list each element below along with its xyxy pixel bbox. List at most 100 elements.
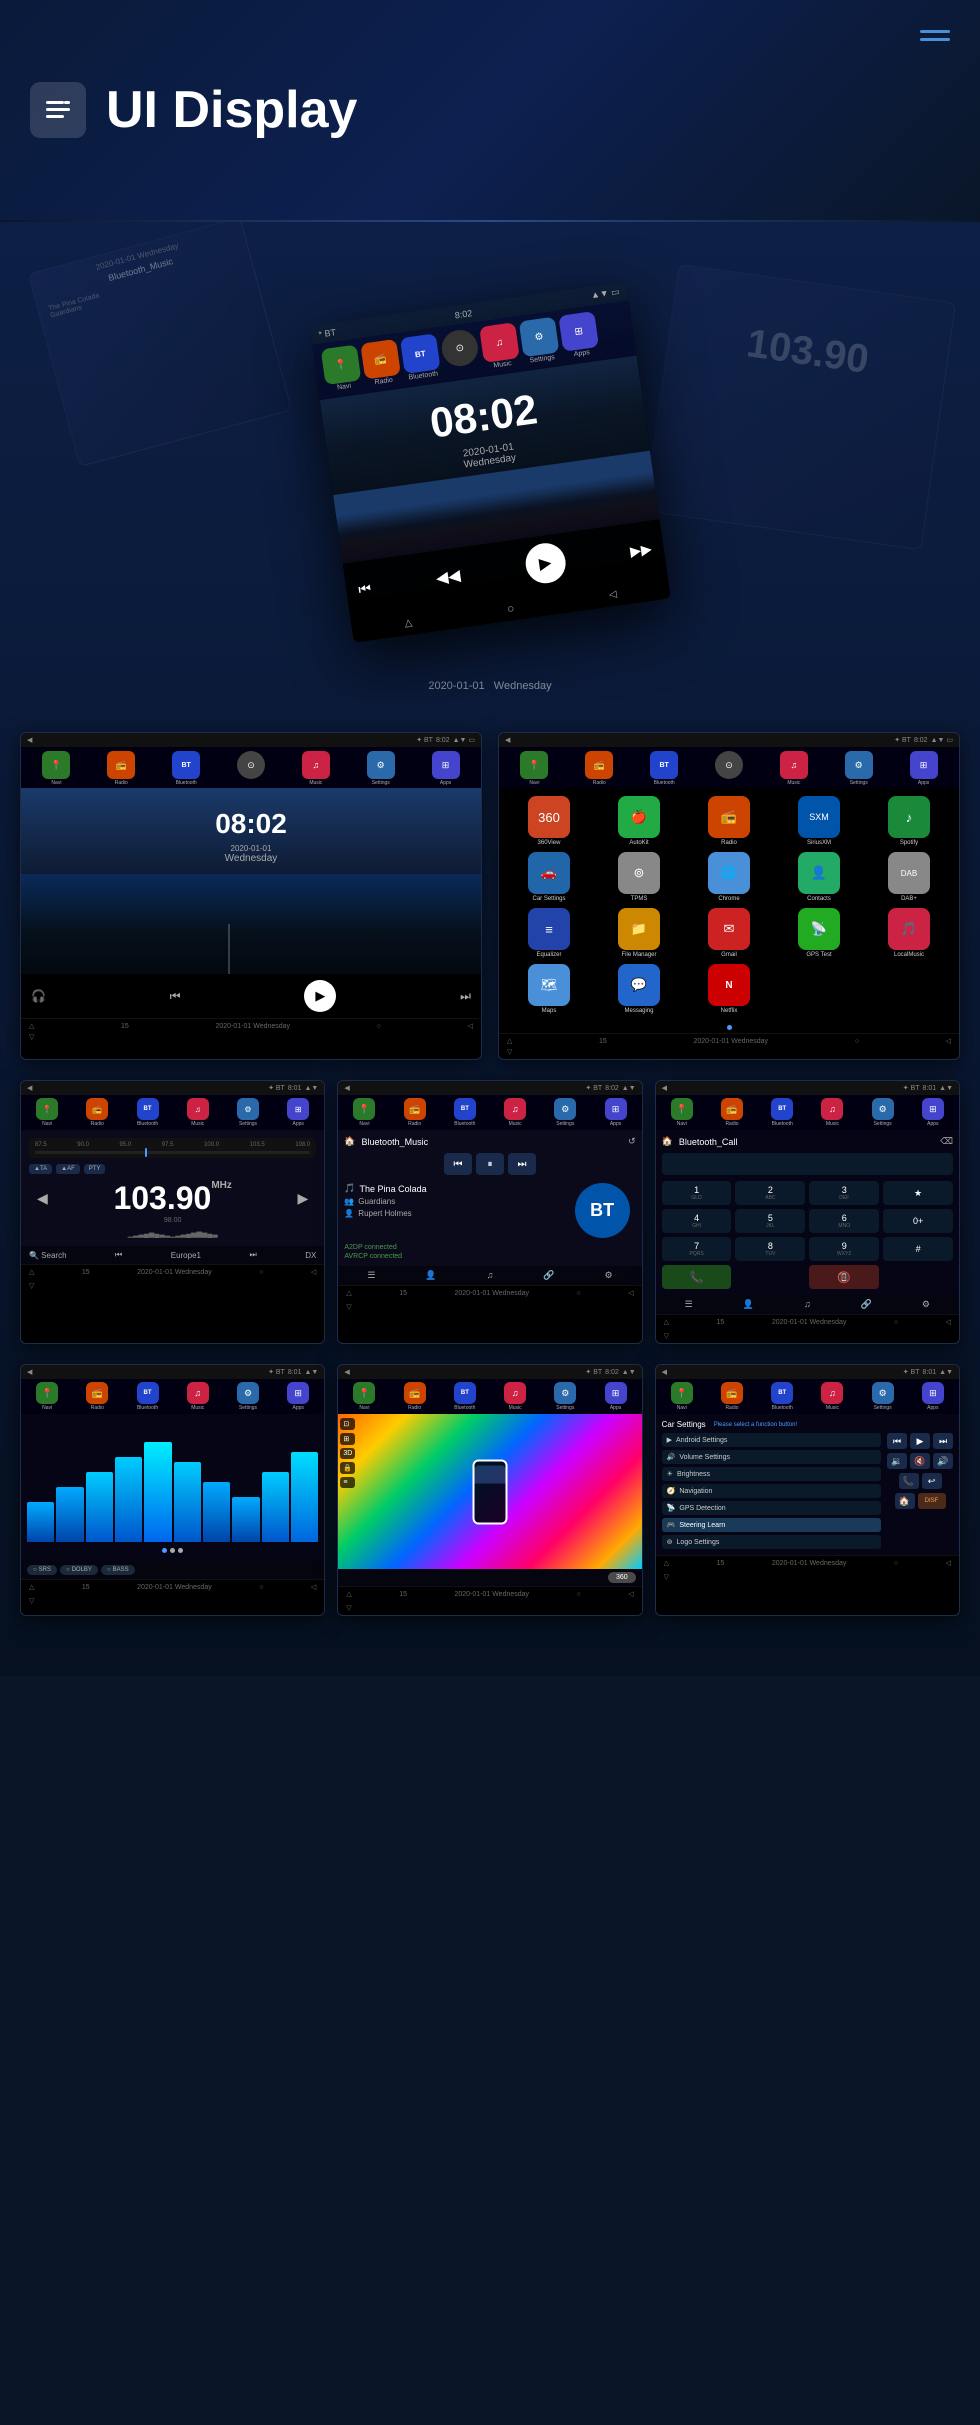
app-tpms[interactable]: ⊚ TPMS	[597, 852, 681, 902]
app-siriusxm[interactable]: SXM SiriusXM	[777, 796, 861, 846]
end-btn[interactable]: 📵	[809, 1265, 879, 1289]
home-navi[interactable]: 📍 Navi	[25, 751, 88, 786]
view360-ctrl-4[interactable]: 🔒	[340, 1462, 355, 1474]
bt-refresh[interactable]: ↺	[628, 1136, 636, 1147]
key-9[interactable]: 9 WXYZ	[809, 1237, 879, 1261]
setting-steering[interactable]: 🎮 Steering Learn	[662, 1518, 881, 1532]
app-filemanager[interactable]: 📁 File Manager	[597, 908, 681, 958]
cs-play[interactable]: ▶	[910, 1433, 930, 1449]
eq-badge-dolby[interactable]: ○DOLBY	[60, 1565, 98, 1575]
radio-search[interactable]: 🔍 Search	[29, 1251, 67, 1260]
bt-contact-icon[interactable]: 👤	[425, 1270, 436, 1281]
call-btn[interactable]: 📞	[662, 1265, 732, 1289]
key-0plus[interactable]: 0+	[883, 1209, 953, 1233]
btcall-link[interactable]: 🔗	[861, 1299, 872, 1310]
cs-home[interactable]: 🏠	[895, 1493, 915, 1509]
home-left-arrow[interactable]: ◀	[27, 736, 32, 744]
app-messaging[interactable]: 💬 Messaging	[597, 964, 681, 1014]
view360-ctrl-2[interactable]: ⊞	[340, 1433, 355, 1445]
key-4[interactable]: 4 GHI	[662, 1209, 732, 1233]
home-next[interactable]: ⏭	[460, 989, 471, 1004]
btcall-del[interactable]: ⌫	[940, 1136, 953, 1147]
key-3[interactable]: 3 DEF	[809, 1181, 879, 1205]
bt-gear-icon[interactable]: ⚙	[605, 1270, 613, 1281]
app-radio-grid[interactable]: 📻 Radio	[687, 796, 771, 846]
home-music[interactable]: ♫ Music	[284, 751, 347, 786]
key-star[interactable]: ★	[883, 1181, 953, 1205]
cs-mute[interactable]: 🔇	[910, 1453, 930, 1469]
key-hash[interactable]: #	[883, 1237, 953, 1261]
radio-next-arrow[interactable]: ▶	[298, 1190, 309, 1207]
cs-prev[interactable]: ⏮	[887, 1433, 907, 1449]
key-6[interactable]: 6 MNO	[809, 1209, 879, 1233]
app-360view[interactable]: 360 360View	[507, 796, 591, 846]
bt-prev[interactable]: ⏮	[444, 1153, 472, 1175]
view360-ctrl-1[interactable]: ⊡	[340, 1418, 355, 1430]
bt-pause[interactable]: ⏸	[476, 1153, 504, 1175]
app-music[interactable]: ♫ Music	[479, 322, 521, 371]
cs-phone[interactable]: 📞	[899, 1473, 919, 1489]
setting-brightness[interactable]: ☀ Brightness	[662, 1467, 881, 1481]
view360-ctrl-5[interactable]: ≡	[340, 1477, 355, 1488]
app-circle-btn[interactable]: ⊙	[440, 328, 482, 377]
key-1[interactable]: 1 GLD	[662, 1181, 732, 1205]
setting-logo[interactable]: ⊚ Logo Settings	[662, 1535, 881, 1549]
app-gpstest[interactable]: 📡 GPS Test	[777, 908, 861, 958]
btcall-person[interactable]: 👤	[743, 1299, 754, 1310]
bt-next[interactable]: ⏭	[508, 1153, 536, 1175]
btcall-settings[interactable]: ⚙	[922, 1299, 930, 1310]
view360-ctrl-3[interactable]: 3D	[340, 1448, 355, 1459]
app-equalizer-grid[interactable]: ≡ Equalizer	[507, 908, 591, 958]
setting-gps[interactable]: 📡 GPS Detection	[662, 1501, 881, 1515]
key-7[interactable]: 7 PQRS	[662, 1237, 732, 1261]
radio-next-track[interactable]: ⏭	[249, 1250, 256, 1260]
app-carsettings[interactable]: 🚗 Car Settings	[507, 852, 591, 902]
prev2-btn[interactable]: ◀◀	[435, 565, 462, 588]
radio-prev-arrow[interactable]: ◀	[37, 1190, 48, 1207]
key-5[interactable]: 5 JKL	[735, 1209, 805, 1233]
setting-nav[interactable]: 🧭 Navigation	[662, 1484, 881, 1498]
app-dab[interactable]: DAB DAB+	[867, 852, 951, 902]
app-gmail[interactable]: ✉ Gmail	[687, 908, 771, 958]
app-autokit[interactable]: 🍎 AutoKit	[597, 796, 681, 846]
apps-left-arrow[interactable]: ◀	[505, 736, 510, 744]
home-play[interactable]: ▶	[304, 980, 336, 1012]
app-localmusic[interactable]: 🎵 LocalMusic	[867, 908, 951, 958]
app-settings[interactable]: ⚙ Settings	[519, 317, 561, 366]
radio-prev-track[interactable]: ⏮	[115, 1250, 122, 1260]
app-radio[interactable]: 📻 Radio	[360, 339, 402, 388]
app-spotify[interactable]: ♪ Spotify	[867, 796, 951, 846]
bt-menu-icon[interactable]: ☰	[367, 1270, 375, 1281]
btcall-menu[interactable]: ☰	[685, 1299, 693, 1310]
eq-badge-bass[interactable]: ○BASS	[101, 1565, 135, 1575]
home-prev[interactable]: ⏮	[170, 989, 181, 1004]
cs-next[interactable]: ⏭	[933, 1433, 953, 1449]
play-btn[interactable]: ▶	[523, 541, 568, 586]
app-bluetooth[interactable]: BT Bluetooth	[400, 333, 442, 382]
next-btn[interactable]: ▶▶	[629, 540, 653, 560]
setting-android[interactable]: ▶ Android Settings	[662, 1433, 881, 1447]
app-chrome[interactable]: 🌐 Chrome	[687, 852, 771, 902]
menu-icon[interactable]	[30, 82, 86, 138]
bt-note-icon2[interactable]: ♫	[487, 1270, 494, 1281]
app-apps[interactable]: ⊞ Apps	[558, 311, 600, 360]
home-apps[interactable]: ⊞ Apps	[414, 751, 477, 786]
app-navi[interactable]: 📍 Navi	[321, 344, 363, 393]
app-contacts[interactable]: 👤 Contacts	[777, 852, 861, 902]
home-bt[interactable]: BT Bluetooth	[155, 751, 218, 786]
btcall-note[interactable]: ♫	[804, 1299, 811, 1310]
app-maps[interactable]: 🗺 Maps	[507, 964, 591, 1014]
home-settings[interactable]: ⚙ Settings	[349, 751, 412, 786]
app-netflix[interactable]: N Netflix	[687, 964, 771, 1014]
key-8[interactable]: 8 TUV	[735, 1237, 805, 1261]
bt-link-icon[interactable]: 🔗	[543, 1270, 554, 1281]
cs-vol-down[interactable]: 🔉	[887, 1453, 907, 1469]
nav-hamburger[interactable]	[920, 30, 950, 41]
setting-volume[interactable]: 🔊 Volume Settings	[662, 1450, 881, 1464]
key-2[interactable]: 2 ABC	[735, 1181, 805, 1205]
cs-endcall[interactable]: ↩	[922, 1473, 942, 1489]
home-radio[interactable]: 📻 Radio	[90, 751, 153, 786]
eq-badge-srs[interactable]: ○SRS	[27, 1565, 57, 1575]
cs-vol-up[interactable]: 🔊	[933, 1453, 953, 1469]
prev-btn[interactable]: ⏮	[357, 579, 372, 598]
